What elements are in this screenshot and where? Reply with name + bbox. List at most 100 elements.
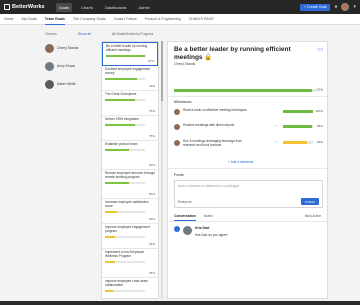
expand-icon[interactable]: ▭ [317,46,323,53]
goal-list-item[interactable]: Improve employee cross-team collaboratio… [102,278,158,298]
person-item[interactable]: Anny Khara [45,62,79,71]
feeds-label: Feeds [174,173,184,177]
comment-item: Kris Dart Kris Dart do you agree! [174,226,228,237]
check-icon: ✓ [274,140,277,144]
goal-item-pct: 79% [148,84,155,88]
goal-list-item[interactable]: The Great Champions 75% [102,91,158,116]
progress-fill [105,260,115,264]
subnav-team-goals[interactable]: Team Goals [44,14,65,25]
tab-notes[interactable]: Notes [204,214,213,221]
goal-list-item[interactable]: Be a better leader by running efficient … [102,42,158,66]
goal-detail-panel: Be a better leader by running efficient … [167,41,328,299]
goal-item-pct: 25% [148,271,155,275]
goal-list-item[interactable]: Establish product team 60% [102,141,158,170]
goal-item-pct: 97% [147,59,154,63]
progress-fill [105,123,135,127]
publish-button[interactable]: Publish [301,198,319,205]
progress-fill [105,210,117,214]
goal-list-item[interactable]: Reduce employee turnover through remote … [102,170,158,199]
subnav-home[interactable]: Home [4,14,14,25]
bottom-edge [0,301,360,305]
main-content: Owners Show all Cheryl Stands Anny Khara… [0,25,360,301]
goal-list-item[interactable]: Implement a new Employee Wellness Progra… [102,249,158,278]
logo-icon [4,4,10,10]
show-all-link[interactable]: Show all [78,32,91,36]
brand-logo[interactable]: BetterWorks [4,4,45,10]
goal-item-title: Improve employee engagement program [105,225,150,233]
user-avatar[interactable] [341,3,350,11]
comment-box[interactable]: Add a comment or milestone to a colleagu… [174,180,323,208]
progress-fill [105,181,129,185]
comment-author: Kris Dart [195,226,210,230]
lock-icon: 🔒 [204,53,213,61]
comment-text: Kris Dart do you agree! [195,233,228,237]
progress-fill [105,289,113,293]
goal-item-title: Implement a new Employee Wellness Progra… [105,250,145,258]
progress-fill [105,148,129,152]
avatar [45,62,54,71]
goal-item-progress-bar [105,77,145,81]
chevron-down-icon[interactable]: ▾ [353,4,356,10]
comment-icon [174,226,180,232]
goal-item-pct: 75% [148,109,155,113]
goal-list-item[interactable]: Deliver CRM integration 75% [102,116,158,141]
comment-input[interactable]: Add a comment or milestone to a colleagu… [178,184,239,188]
goals-header: All Goals [112,32,126,36]
goal-owner: Cheryl Stands [174,62,196,66]
avatar [174,109,180,115]
goal-item-pct: 25% [148,242,155,246]
goal-item-title: Reduce employee turnover through remote … [105,171,155,179]
divider [168,168,327,169]
create-goal-button[interactable]: + Create Goal [299,3,331,11]
goal-item-progress-bar [106,54,146,58]
goal-item-progress-bar [105,210,145,214]
tab-conversation[interactable]: Conversation [174,214,196,221]
sort-dropdown[interactable]: Sorted by Progress [126,32,153,36]
progress-fill [283,125,312,128]
goals-scrollbar[interactable] [161,41,163,299]
nav-dashboards[interactable]: Dashboards [102,3,130,12]
goal-item-progress-bar [105,148,145,152]
subnav-goals-i-follow[interactable]: Goals I Follow [114,14,137,25]
progress-fill [105,235,115,239]
person-item[interactable]: Kaber White [45,80,79,89]
feed-tabs: Conversation Notes [174,214,213,221]
people-column: Owners Show all Cheryl Stands Anny Khara… [0,25,96,301]
goal-item-progress-bar [105,181,145,185]
scroll-thumb[interactable] [161,41,163,101]
activity-sort[interactable]: Most Active [305,214,321,218]
goal-item-progress-bar [105,98,145,102]
visibility-select[interactable]: Everyone [178,200,191,204]
goal-item-title: Establish product team [105,142,138,146]
goal-progress-pct: 97% [316,88,323,92]
subnav-chains-page[interactable]: CHAIN'S PAGE [189,14,214,25]
divider [168,96,327,97]
goals-list: Be a better leader by running efficient … [101,41,159,299]
goal-item-progress-bar [105,260,145,264]
goal-list-item[interactable]: Improve employee engagement program 25% [102,224,158,249]
milestone-text: Run 5 meetings leveraging learnings from… [183,139,242,147]
goal-item-title: Improve employee cross-team collaboratio… [105,279,148,287]
check-icon: ✓ [274,124,277,128]
person-item[interactable]: Cheryl Stands [45,44,79,53]
progress-fill [174,89,312,92]
nav-charts[interactable]: Charts [78,3,96,12]
goal-item-title: The Great Champions [105,92,137,96]
goal-item-progress-bar [105,235,145,239]
goal-item-title: Deliver CRM integration [105,117,139,121]
person-name: Anny Khara [57,64,75,69]
nav-admin[interactable]: Admin [135,3,152,12]
progress-fill [106,54,145,58]
goal-list-item[interactable]: Increase employee satisfaction score 30% [102,199,158,224]
progress-fill [283,141,307,144]
milestone-text: Practice meetings with direct reports [183,123,235,127]
milestone-pct: 80% [316,140,323,144]
add-milestone-link[interactable]: + Add a milestone [228,160,253,164]
subnav-company-goals[interactable]: The Company Goals [73,14,106,25]
subnav-product-engineering[interactable]: Product & Engineering [145,14,181,25]
notifications-icon[interactable]: ● [334,4,337,10]
goal-list-item[interactable]: Doubled employee engagement survey 79% [102,66,158,91]
subnav-my-goals[interactable]: My Goals [22,14,37,25]
nav-goals[interactable]: Goals [55,2,73,12]
progress-fill [283,110,313,113]
